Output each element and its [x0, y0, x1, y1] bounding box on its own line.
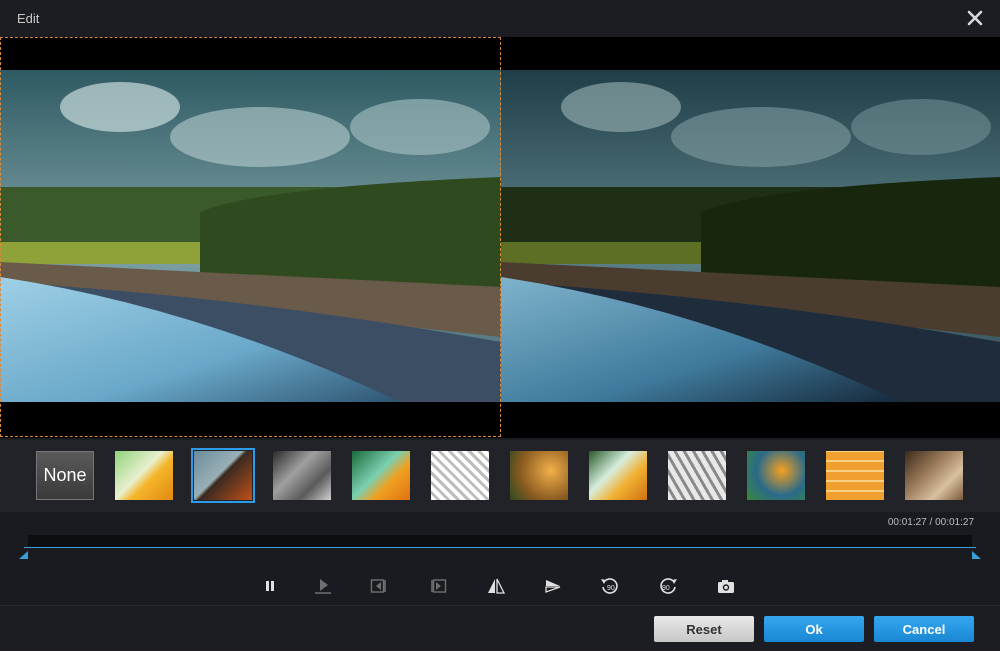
filter-thumb-3[interactable]	[273, 451, 331, 500]
title-bar: Edit	[0, 0, 1000, 38]
output-preview	[501, 37, 1000, 437]
timeline-progress	[24, 547, 976, 548]
window-title: Edit	[17, 11, 40, 26]
pause-icon[interactable]	[257, 573, 283, 599]
trim-end-handle[interactable]	[972, 551, 981, 559]
original-preview[interactable]	[0, 37, 501, 437]
filter-thumb-5[interactable]	[431, 451, 489, 500]
rotate-left-90-icon[interactable]: 90	[597, 573, 623, 599]
step-back-icon[interactable]	[366, 573, 392, 599]
filter-thumb-7[interactable]	[589, 451, 647, 500]
reset-button[interactable]: Reset	[654, 616, 754, 642]
step-forward-icon[interactable]	[425, 573, 451, 599]
trim-start-handle[interactable]	[19, 551, 28, 559]
close-icon[interactable]	[966, 9, 984, 27]
filter-thumb-10[interactable]	[826, 451, 884, 500]
preview-area	[0, 37, 1000, 438]
flip-vertical-icon[interactable]	[540, 573, 566, 599]
filter-thumb-8[interactable]	[668, 451, 726, 500]
timecode: 00:01:27 / 00:01:27	[887, 517, 974, 528]
dialog-footer: Reset Ok Cancel	[0, 605, 1000, 651]
filter-thumb-6[interactable]	[510, 451, 568, 500]
cancel-button[interactable]: Cancel	[874, 616, 974, 642]
filter-strip: None	[0, 440, 1000, 512]
filter-none[interactable]: None	[36, 451, 94, 500]
play-icon[interactable]	[310, 573, 336, 599]
filter-thumb-2[interactable]	[191, 448, 255, 503]
filter-thumb-9[interactable]	[747, 451, 805, 500]
rotate-right-label: 90	[662, 585, 670, 592]
playback-controls: 90 90	[0, 573, 1000, 599]
flip-horizontal-icon[interactable]	[483, 573, 509, 599]
filter-thumb-4[interactable]	[352, 451, 410, 500]
timeline: 00:01:27 / 00:01:27 90 90	[0, 513, 1000, 605]
rotate-right-90-icon[interactable]: 90	[655, 573, 681, 599]
ok-button[interactable]: Ok	[764, 616, 864, 642]
rotate-left-label: 90	[607, 585, 615, 592]
filter-thumb-11[interactable]	[905, 451, 963, 500]
filter-none-label: None	[43, 465, 87, 485]
snapshot-icon[interactable]	[713, 573, 739, 599]
timeline-track[interactable]	[28, 535, 972, 547]
filter-thumb-1[interactable]	[115, 451, 173, 500]
